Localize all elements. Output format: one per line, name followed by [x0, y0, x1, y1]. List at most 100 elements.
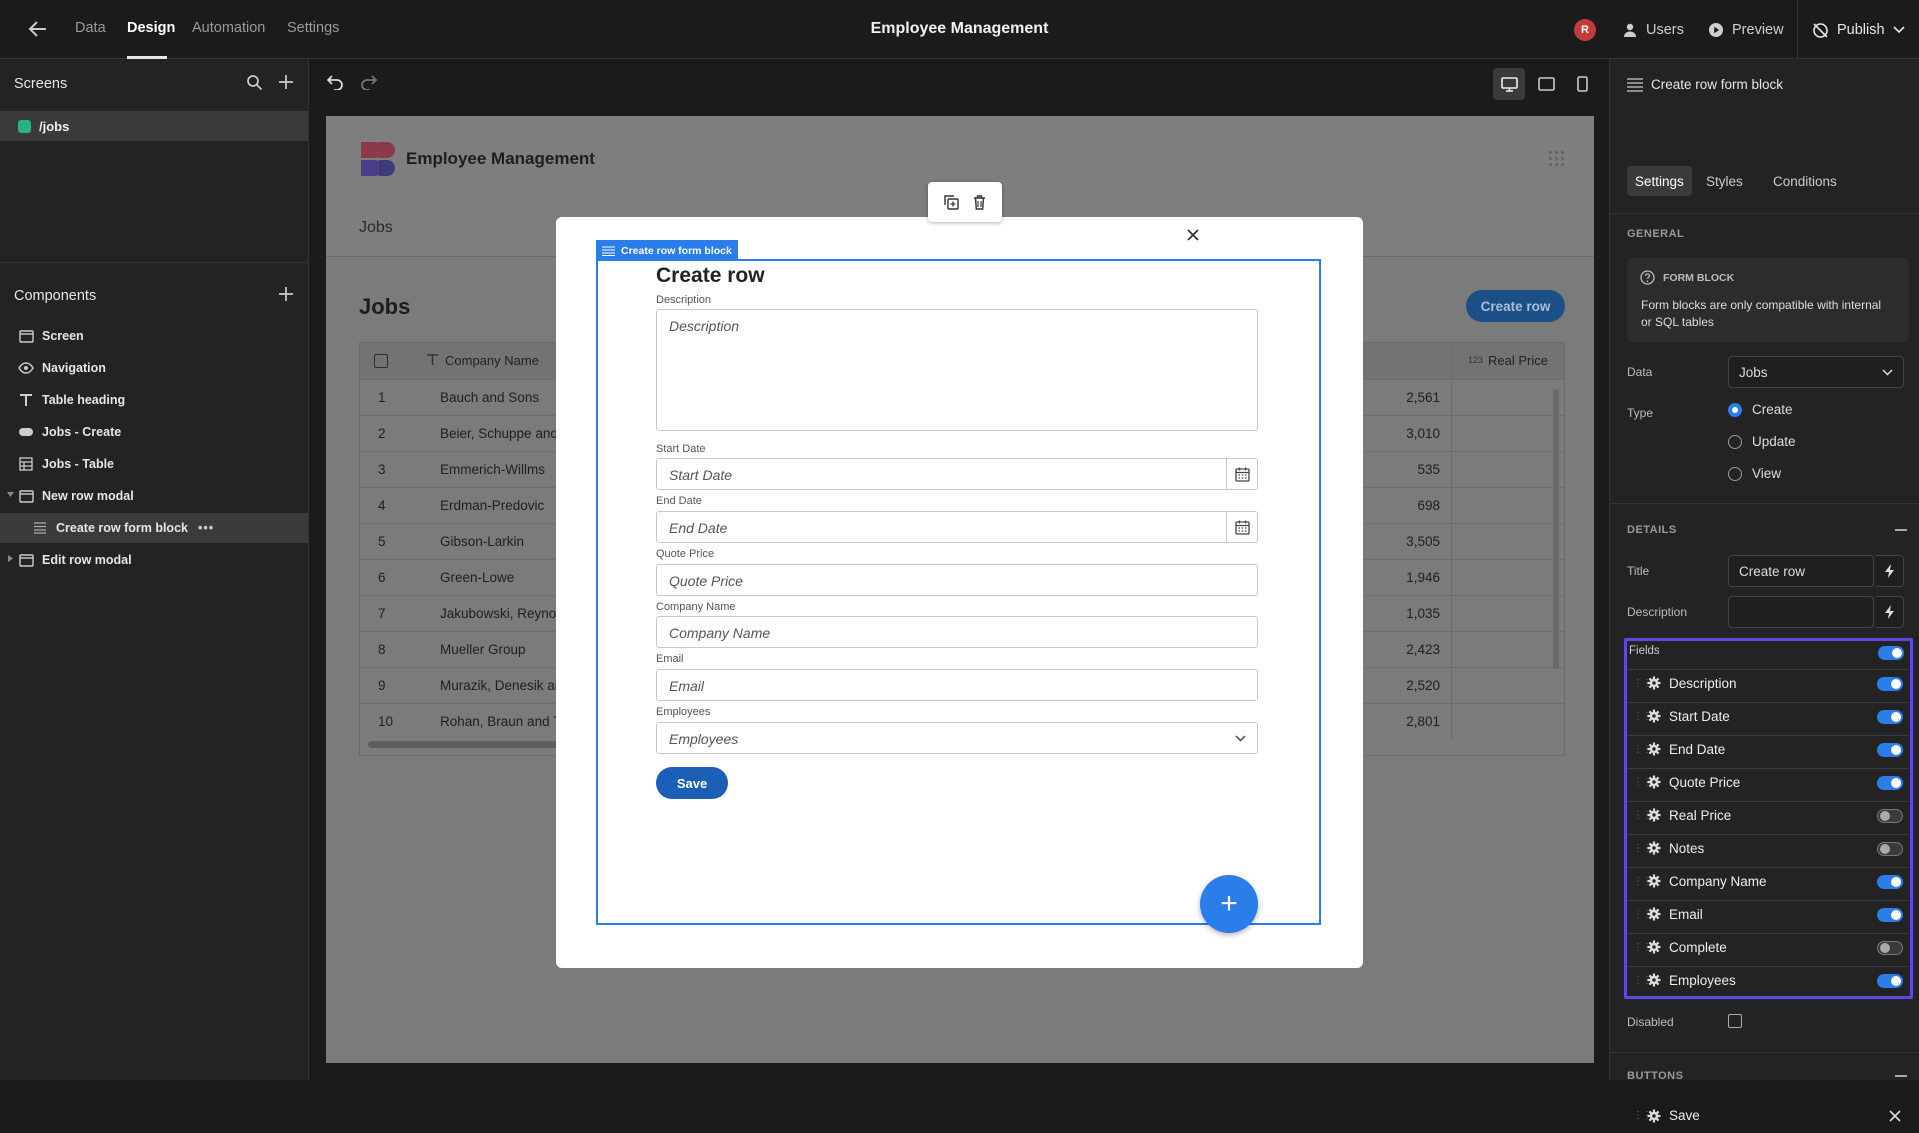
start-date-input[interactable]: Start Date: [656, 458, 1258, 490]
gear-icon[interactable]: [1647, 841, 1661, 855]
description-textarea[interactable]: Description: [656, 309, 1258, 431]
save-button[interactable]: Save: [656, 767, 728, 799]
gear-icon[interactable]: [1647, 775, 1661, 789]
field-row[interactable]: ⋮⋮ End Date: [1627, 735, 1909, 762]
field-row[interactable]: ⋮⋮ Employees: [1627, 966, 1909, 993]
avatar[interactable]: R: [1574, 19, 1596, 41]
gear-icon[interactable]: [1647, 907, 1661, 921]
create-row-button[interactable]: Create row: [1466, 290, 1565, 322]
company-name-input[interactable]: Company Name: [656, 616, 1258, 648]
button-item-save[interactable]: ⋮⋮ Save: [1627, 1100, 1909, 1133]
component-jobs-table[interactable]: Jobs - Table: [0, 449, 308, 479]
grid-menu-icon[interactable]: [1548, 150, 1565, 167]
field-visibility-toggle[interactable]: [1877, 743, 1903, 757]
gear-icon[interactable]: [1647, 808, 1661, 822]
form-block-tag[interactable]: Create row form block: [596, 240, 738, 261]
title-input[interactable]: Create row: [1728, 555, 1874, 587]
gear-icon[interactable]: [1647, 676, 1661, 690]
field-row[interactable]: ⋮⋮ Company Name: [1627, 867, 1909, 894]
employees-select[interactable]: Employees: [656, 722, 1258, 754]
more-icon[interactable]: •••: [198, 521, 214, 535]
type-update-radio[interactable]: Update: [1728, 434, 1796, 449]
users-button[interactable]: Users: [1622, 16, 1684, 44]
field-row[interactable]: ⋮⋮ Complete: [1627, 933, 1909, 960]
mobile-view-icon[interactable]: [1566, 68, 1598, 100]
nav-automation[interactable]: Automation: [192, 20, 265, 36]
undo-icon[interactable]: [326, 74, 344, 90]
search-icon[interactable]: [246, 74, 263, 91]
select-all-checkbox[interactable]: [374, 354, 388, 368]
fields-master-toggle[interactable]: [1878, 646, 1904, 660]
component-new-row-modal[interactable]: New row modal: [0, 481, 308, 511]
end-date-input[interactable]: End Date: [656, 511, 1258, 543]
field-visibility-toggle[interactable]: [1877, 809, 1903, 823]
field-visibility-toggle[interactable]: [1877, 776, 1903, 790]
tablet-view-icon[interactable]: [1530, 68, 1562, 100]
quote-price-input[interactable]: Quote Price: [656, 564, 1258, 596]
component-screen[interactable]: Screen: [0, 321, 308, 351]
component-navigation[interactable]: Navigation: [0, 353, 308, 383]
gear-icon[interactable]: [1647, 940, 1661, 954]
remove-icon[interactable]: [1889, 1110, 1901, 1122]
add-screen-icon[interactable]: [278, 74, 294, 90]
field-visibility-toggle[interactable]: [1877, 710, 1903, 724]
description-input[interactable]: [1728, 596, 1874, 628]
email-input[interactable]: Email: [656, 669, 1258, 701]
preview-button[interactable]: Preview: [1708, 16, 1784, 44]
field-visibility-toggle[interactable]: [1877, 875, 1903, 889]
publish-button[interactable]: Publish: [1812, 16, 1905, 44]
chevron-down-icon[interactable]: [7, 492, 14, 497]
screen-route-item[interactable]: /jobs: [0, 111, 308, 141]
add-component-fab[interactable]: +: [1200, 875, 1258, 933]
field-visibility-toggle[interactable]: [1877, 677, 1903, 691]
type-create-radio[interactable]: Create: [1728, 402, 1793, 417]
tab-conditions[interactable]: Conditions: [1765, 166, 1845, 196]
chevron-right-icon[interactable]: [8, 555, 13, 562]
binding-bolt-icon[interactable]: [1876, 555, 1904, 587]
nav-design[interactable]: Design: [127, 20, 175, 36]
data-select[interactable]: Jobs: [1728, 356, 1904, 388]
gear-icon[interactable]: [1647, 1109, 1661, 1123]
component-jobs-create[interactable]: Jobs - Create: [0, 417, 308, 447]
field-row[interactable]: ⋮⋮ Quote Price: [1627, 768, 1909, 795]
close-icon[interactable]: [1186, 228, 1200, 242]
duplicate-icon[interactable]: [944, 194, 959, 210]
component-edit-row-modal[interactable]: Edit row modal: [0, 545, 308, 575]
field-row[interactable]: ⋮⋮ Notes: [1627, 834, 1909, 861]
gear-icon[interactable]: [1647, 742, 1661, 756]
field-visibility-toggle[interactable]: [1877, 974, 1903, 988]
back-arrow-icon[interactable]: [28, 20, 48, 38]
component-create-row-form-block[interactable]: Create row form block •••: [0, 513, 308, 543]
field-visibility-toggle[interactable]: [1877, 908, 1903, 922]
field-row[interactable]: ⋮⋮ Real Price: [1627, 801, 1909, 828]
field-visibility-toggle[interactable]: [1877, 842, 1903, 856]
column-company-name[interactable]: Company Name: [445, 353, 539, 368]
horizontal-scrollbar[interactable]: [368, 741, 568, 748]
gear-icon[interactable]: [1647, 973, 1661, 987]
disabled-checkbox[interactable]: [1728, 1014, 1742, 1028]
tab-settings[interactable]: Settings: [1627, 166, 1692, 196]
field-row[interactable]: ⋮⋮ Start Date: [1627, 702, 1909, 729]
redo-icon[interactable]: [360, 74, 378, 90]
binding-bolt-icon[interactable]: [1876, 596, 1904, 628]
gear-icon[interactable]: [1647, 874, 1661, 888]
field-row[interactable]: ⋮⋮ Email: [1627, 900, 1909, 927]
desktop-view-icon[interactable]: [1493, 68, 1525, 100]
tab-styles[interactable]: Styles: [1698, 166, 1751, 196]
add-component-icon[interactable]: [278, 286, 294, 302]
type-view-radio[interactable]: View: [1728, 466, 1781, 481]
vertical-scrollbar[interactable]: [1553, 389, 1559, 669]
field-row[interactable]: ⋮⋮ Description: [1627, 669, 1909, 696]
column-real-price[interactable]: Real Price: [1488, 353, 1548, 368]
nav-data[interactable]: Data: [75, 20, 106, 36]
nav-settings[interactable]: Settings: [287, 20, 339, 36]
field-visibility-toggle[interactable]: [1877, 941, 1903, 955]
gear-icon[interactable]: [1647, 709, 1661, 723]
calendar-icon[interactable]: [1226, 459, 1257, 489]
app-nav-jobs[interactable]: Jobs: [359, 219, 393, 237]
collapse-icon[interactable]: [1895, 529, 1907, 531]
trash-icon[interactable]: [973, 194, 986, 210]
calendar-icon[interactable]: [1226, 512, 1257, 542]
component-table-heading[interactable]: Table heading: [0, 385, 308, 415]
collapse-icon[interactable]: [1895, 1075, 1907, 1077]
